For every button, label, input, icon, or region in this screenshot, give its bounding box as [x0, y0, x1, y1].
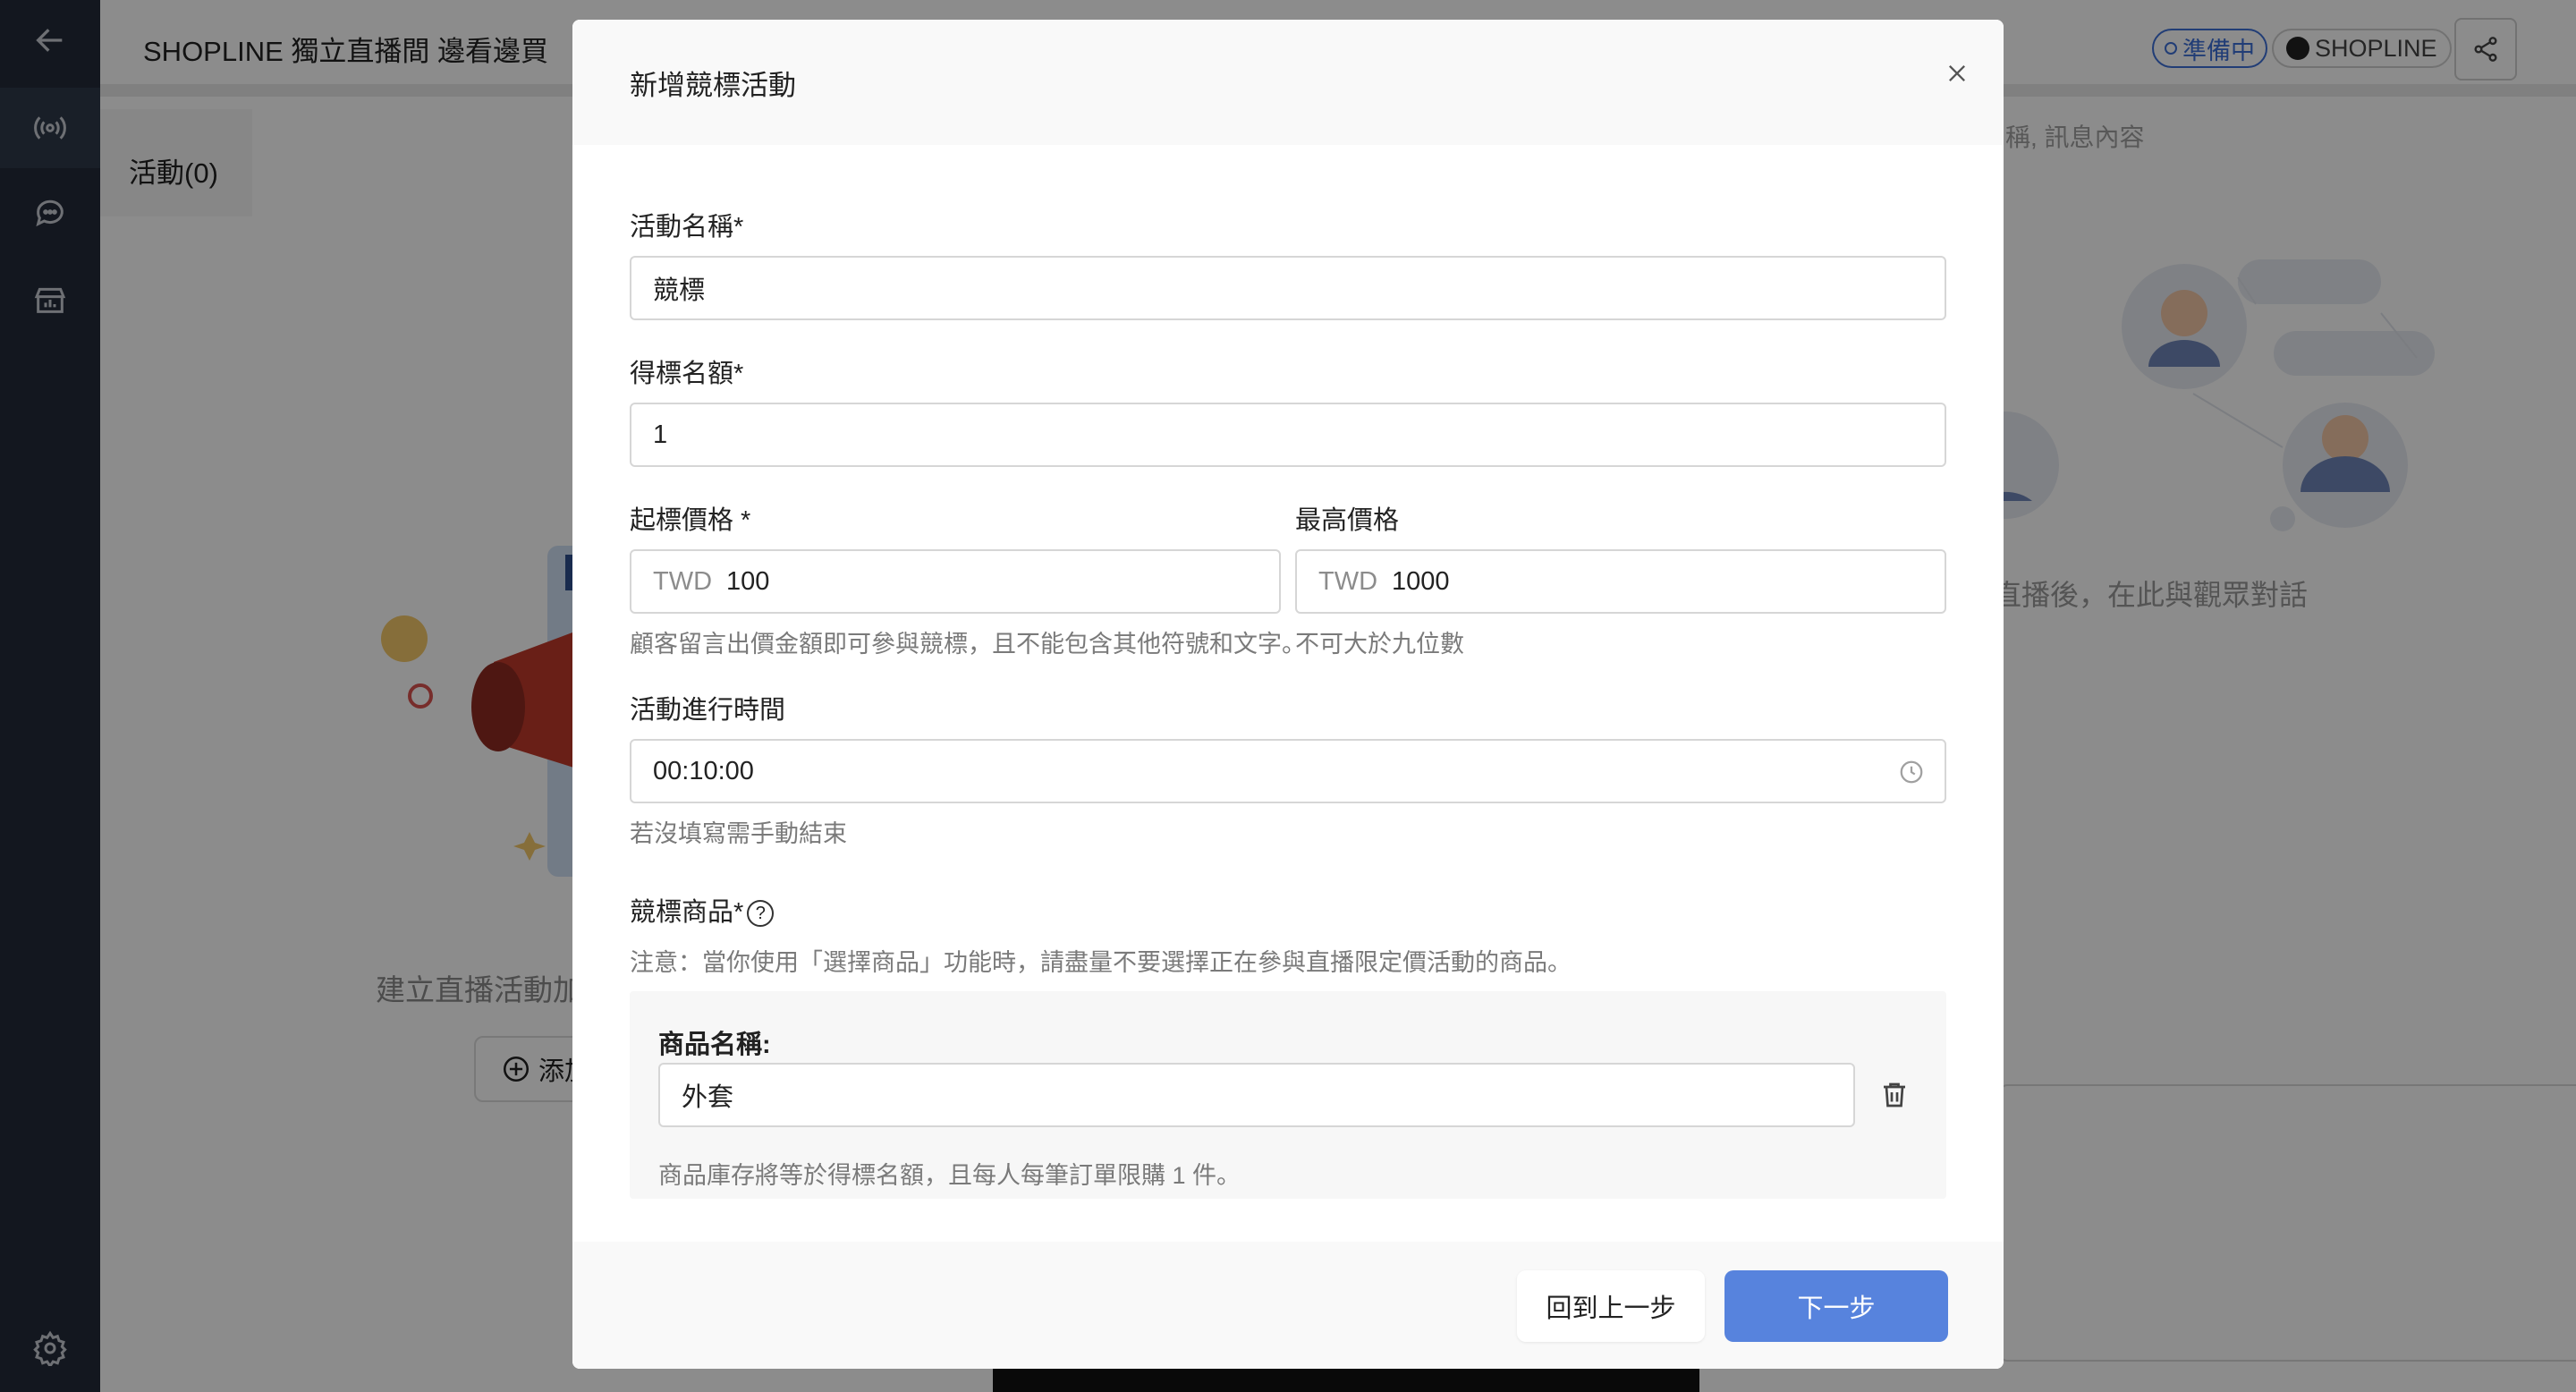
- start-price-input[interactable]: TWD 100: [630, 549, 1281, 614]
- create-auction-modal: 新增競標活動 活動名稱* 競標 得標名額* 1 起標價格 * TWD 100 顧…: [572, 20, 2004, 1369]
- close-button[interactable]: [1936, 52, 1979, 95]
- start-price-value: 100: [726, 566, 770, 596]
- help-icon[interactable]: ?: [747, 900, 775, 928]
- clock-icon: [1900, 760, 1923, 784]
- winner-quota-value: 1: [653, 420, 668, 449]
- max-price-hint: 不可大於九位數: [1295, 631, 1464, 658]
- winner-quota-label: 得標名額*: [630, 360, 744, 388]
- product-name-label: 商品名稱:: [658, 1031, 771, 1059]
- auction-product-label: 競標商品*?: [630, 891, 775, 929]
- next-button[interactable]: 下一步: [1724, 1270, 1948, 1342]
- product-stock-hint: 商品庫存將等於得標名額，且每人每筆訂單限購 1 件。: [658, 1162, 1241, 1189]
- duration-time-picker[interactable]: 00:10:00: [630, 739, 1946, 803]
- back-button[interactable]: 回到上一步: [1517, 1270, 1705, 1342]
- activity-name-label: 活動名稱*: [630, 213, 744, 242]
- auction-product-label-text: 競標商品*: [630, 898, 744, 927]
- product-name-value: 外套: [682, 1083, 734, 1112]
- modal-footer: 回到上一步 下一步: [572, 1242, 2004, 1369]
- duration-label: 活動進行時間: [630, 696, 786, 725]
- max-price-currency: TWD: [1318, 566, 1378, 596]
- start-price-currency: TWD: [653, 566, 713, 596]
- start-price-hint: 顧客留言出價金額即可參與競標，且不能包含其他符號和文字。: [630, 631, 1306, 658]
- modal-title: 新增競標活動: [630, 70, 796, 101]
- winner-quota-input[interactable]: 1: [630, 403, 1946, 467]
- max-price-label: 最高價格: [1295, 506, 1400, 535]
- duration-value: 00:10:00: [653, 756, 754, 785]
- product-notice: 注意：當你使用「選擇商品」功能時，請盡量不要選擇正在參與直播限定價活動的商品。: [630, 949, 1572, 976]
- product-name-input[interactable]: 外套: [658, 1063, 1855, 1127]
- close-icon: [1949, 65, 1965, 81]
- max-price-value: 1000: [1392, 566, 1450, 596]
- activity-name-input[interactable]: 競標: [630, 256, 1946, 320]
- max-price-input[interactable]: TWD 1000: [1295, 549, 1946, 614]
- duration-hint: 若沒填寫需手動結束: [630, 820, 847, 847]
- product-item-box: 商品名稱: 外套 商品庫存將等於得標名額，且每人每筆訂單限購 1 件。: [630, 991, 1946, 1199]
- activity-name-value: 競標: [653, 276, 706, 305]
- modal-header: 新增競標活動: [572, 20, 2004, 145]
- start-price-label: 起標價格 *: [630, 506, 751, 535]
- trash-icon[interactable]: [1878, 1079, 1911, 1111]
